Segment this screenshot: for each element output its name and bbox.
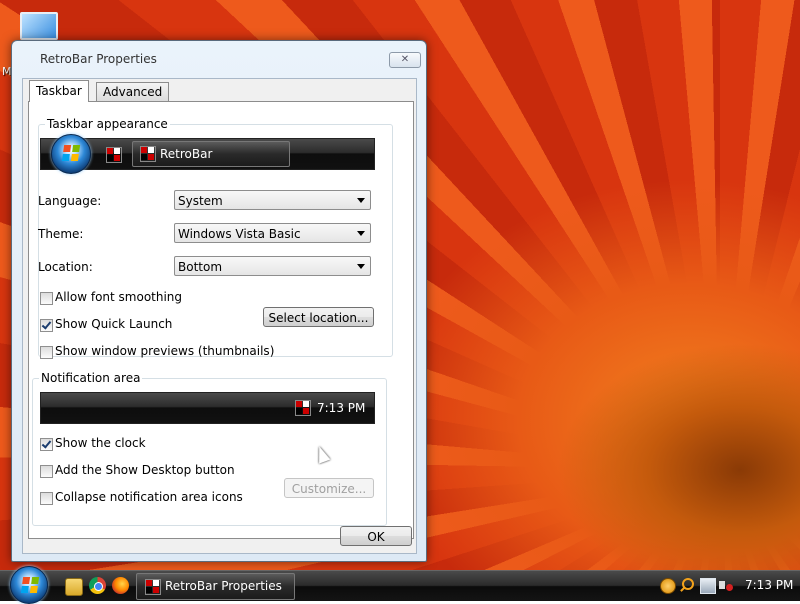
close-button[interactable]: ✕ (389, 52, 421, 68)
clock-tray-icon[interactable] (660, 578, 676, 594)
preview-task-label: RetroBar (160, 147, 213, 161)
windows-flag-icon (20, 577, 40, 593)
taskbar-task-label: RetroBar Properties (165, 579, 282, 593)
preview-task-button: RetroBar (132, 141, 290, 167)
font-smoothing-label: Allow font smoothing (55, 290, 183, 304)
close-icon: ✕ (400, 54, 410, 65)
window-client-area: Taskbar Advanced Taskbar appearance Retr… (22, 78, 417, 554)
network-tray-icon[interactable] (700, 578, 716, 594)
taskbar-task-retrobar-properties[interactable]: RetroBar Properties (136, 573, 295, 600)
window-titlebar[interactable]: RetroBar Properties ✕ (12, 41, 426, 77)
chrome-icon[interactable] (89, 577, 106, 594)
theme-value: Windows Vista Basic (178, 227, 301, 241)
speaker-shape (719, 581, 725, 589)
notification-group-label: Notification area (39, 371, 143, 385)
retrobar-icon (140, 146, 156, 162)
volume-muted-icon[interactable] (719, 578, 733, 592)
show-clock-label: Show the clock (55, 436, 146, 450)
notification-preview-time: 7:13 PM (317, 401, 366, 415)
chevron-down-icon (357, 264, 365, 269)
language-label: Language: (38, 194, 102, 208)
taskbar-clock[interactable]: 7:13 PM (745, 578, 793, 592)
retrobar-icon (145, 579, 161, 595)
location-select[interactable]: Bottom (174, 256, 371, 276)
taskbar-preview: RetroBar (40, 134, 375, 174)
monitor-icon (20, 12, 58, 40)
theme-select[interactable]: Windows Vista Basic (174, 223, 371, 243)
window-title: RetroBar Properties (40, 52, 157, 66)
properties-window: RetroBar Properties ✕ Taskbar Advanced T… (11, 40, 427, 562)
quick-launch-checkbox[interactable] (40, 319, 53, 332)
customize-button[interactable]: Customize... (284, 478, 374, 498)
chevron-down-icon (357, 231, 365, 236)
firefox-icon[interactable] (112, 577, 129, 594)
ok-button[interactable]: OK (340, 526, 412, 546)
retrobar-tray-icon (295, 400, 311, 416)
appearance-group-label: Taskbar appearance (45, 117, 170, 131)
show-desktop-label: Add the Show Desktop button (55, 463, 235, 477)
theme-label: Theme: (38, 227, 84, 241)
chevron-down-icon (357, 198, 365, 203)
tab-taskbar[interactable]: Taskbar (29, 80, 89, 102)
font-smoothing-checkbox[interactable] (40, 292, 53, 305)
language-select[interactable]: System (174, 190, 371, 210)
taskbar-tab-panel: Taskbar appearance RetroBar Language: Sy… (28, 101, 414, 539)
folder-icon[interactable] (65, 578, 83, 596)
muted-badge (726, 584, 733, 591)
collapse-icons-label: Collapse notification area icons (55, 490, 243, 504)
language-value: System (178, 194, 223, 208)
start-orb-icon (51, 134, 91, 174)
select-location-button[interactable]: Select location... (263, 307, 374, 327)
collapse-icons-checkbox[interactable] (40, 492, 53, 505)
window-previews-label: Show window previews (thumbnails) (55, 344, 275, 358)
location-label: Location: (38, 260, 93, 274)
start-button[interactable] (10, 566, 48, 604)
chrome-center-icon (94, 582, 103, 591)
windows-flag-icon (61, 145, 81, 161)
show-clock-checkbox[interactable] (40, 438, 53, 451)
location-value: Bottom (178, 260, 223, 274)
window-previews-checkbox[interactable] (40, 346, 53, 359)
search-tray-icon[interactable] (680, 578, 694, 592)
tab-advanced[interactable]: Advanced (96, 82, 170, 101)
taskbar: RetroBar Properties 7:13 PM (0, 566, 800, 604)
show-desktop-checkbox[interactable] (40, 465, 53, 478)
notification-preview: 7:13 PM (40, 392, 375, 424)
quick-launch-label: Show Quick Launch (55, 317, 173, 331)
quick-launch-retrobar-icon (106, 147, 122, 163)
